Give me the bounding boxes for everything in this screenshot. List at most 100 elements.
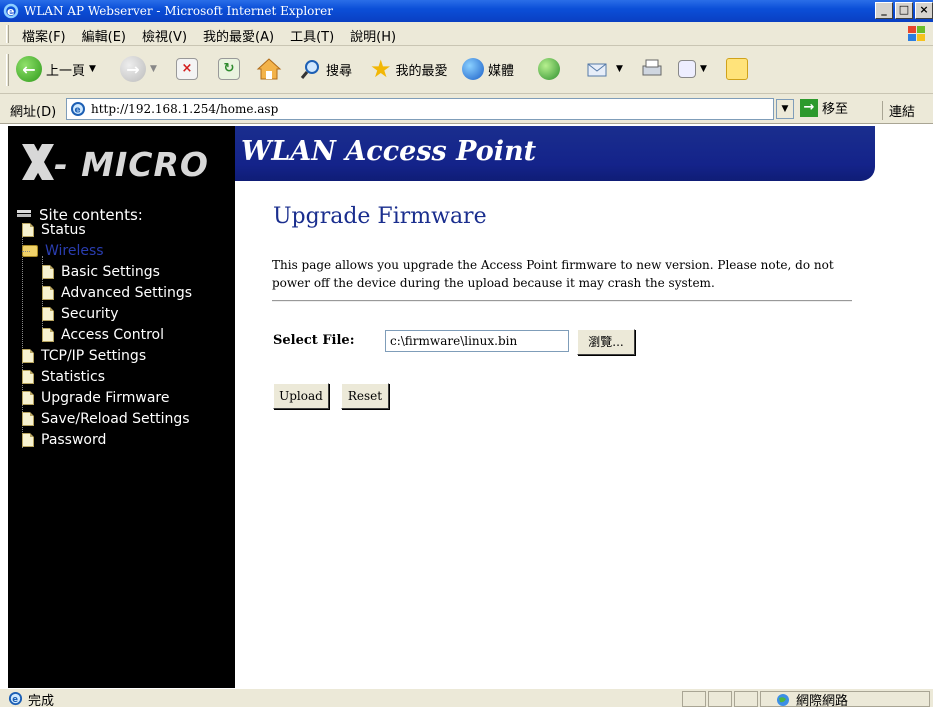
zone-label: 網際網路 [796, 694, 849, 709]
edit-button[interactable]: ▼ [678, 54, 707, 84]
address-label: 網址(D) [10, 105, 57, 120]
security-zone: 網際網路 [776, 690, 848, 709]
close-button[interactable]: × [915, 2, 933, 19]
document-icon [42, 286, 54, 300]
sidebar-item-basic-settings[interactable]: Basic Settings [42, 264, 160, 280]
sidebar-item-access-control[interactable]: Access Control [42, 327, 164, 343]
menu-file[interactable]: 檔案(F) [22, 26, 66, 45]
document-icon [42, 328, 54, 342]
toolbar-grip [6, 54, 9, 86]
status-panel [708, 691, 732, 707]
sidebar-item-label: Statistics [41, 369, 105, 385]
messenger-button[interactable] [726, 54, 748, 84]
sidebar-item-label: Status [41, 222, 86, 238]
favorites-label: 我的最愛 [395, 63, 448, 79]
svg-text:e: e [12, 694, 18, 704]
sidebar-item-label: Save/Reload Settings [41, 411, 190, 427]
globe-icon [777, 693, 789, 706]
stop-button[interactable]: × [176, 54, 198, 84]
sidebar-item-password[interactable]: Password [22, 432, 106, 448]
search-button[interactable]: 搜尋 [300, 54, 352, 84]
x-logo-icon: X [22, 144, 54, 180]
sidebar-item-label: Upgrade Firmware [41, 390, 170, 406]
toolbar: ← 上一頁 ▼ → ▼ × ↻ 搜尋 ★ 我的最愛 媒體 ▼ ▼ [0, 46, 933, 94]
page-status-icon: e [8, 691, 23, 706]
links-button[interactable]: 連結 [882, 101, 915, 120]
sidebar-item-label: Security [61, 306, 119, 322]
sidebar-item-label: TCP/IP Settings [41, 348, 147, 364]
document-icon [42, 265, 54, 279]
document-icon [22, 349, 34, 363]
select-file-label: Select File: [273, 333, 355, 348]
sidebar-item-label: Access Control [61, 327, 164, 343]
home-button[interactable] [256, 54, 282, 84]
back-label: 上一頁 [46, 63, 86, 79]
search-label: 搜尋 [326, 63, 353, 79]
sidebar-item-status[interactable]: Status [22, 222, 86, 238]
menu-tools[interactable]: 工具(T) [290, 26, 334, 45]
sidebar: Site contents: Status Wireless Basic Set… [8, 194, 235, 688]
go-arrow-icon: → [800, 98, 818, 117]
menu-help[interactable]: 說明(H) [350, 26, 396, 45]
refresh-button[interactable]: ↻ [218, 54, 240, 84]
forward-dropdown-icon[interactable]: ▼ [150, 64, 157, 74]
go-label: 移至 [822, 102, 849, 117]
sidebar-item-label: Advanced Settings [61, 285, 193, 301]
minimize-button[interactable]: _ [875, 2, 893, 19]
menu-view[interactable]: 檢視(V) [142, 26, 187, 45]
sidebar-item-advanced-settings[interactable]: Advanced Settings [42, 285, 192, 301]
forward-button[interactable]: → ▼ [120, 54, 157, 84]
back-dropdown-icon[interactable]: ▼ [89, 64, 96, 74]
media-label: 媒體 [488, 63, 515, 79]
header-band: WLAN Access Point [235, 126, 875, 181]
window-controls: _ □ × [875, 2, 933, 19]
print-button[interactable] [640, 54, 664, 84]
document-icon [22, 433, 34, 447]
sidebar-item-upgrade-firmware[interactable]: Upgrade Firmware [22, 390, 169, 406]
back-arrow-icon: ← [16, 56, 42, 82]
site-contents-icon [17, 210, 31, 217]
refresh-icon: ↻ [218, 58, 240, 80]
menu-bar: 檔案(F) 編輯(E) 檢視(V) 我的最愛(A) 工具(T) 說明(H) [0, 22, 933, 46]
address-dropdown-icon[interactable]: ▼ [776, 99, 794, 119]
media-icon [462, 58, 484, 80]
mail-button[interactable]: ▼ [586, 54, 623, 84]
favorites-button[interactable]: ★ 我的最愛 [370, 54, 448, 84]
file-path-input[interactable]: c:\firmware\linux.bin [385, 330, 569, 352]
document-icon [22, 391, 34, 405]
go-button[interactable]: → 移至 [800, 98, 848, 117]
web-page: X - MICRO WLAN Access Point Site content… [8, 126, 933, 688]
menu-grip [6, 25, 9, 43]
sidebar-item-statistics[interactable]: Statistics [22, 369, 105, 385]
sidebar-item-tcpip-settings[interactable]: TCP/IP Settings [22, 348, 146, 364]
status-panel [682, 691, 706, 707]
maximize-button[interactable]: □ [895, 2, 913, 19]
media-button[interactable]: 媒體 [462, 54, 514, 84]
document-icon [22, 370, 34, 384]
ie-logo-icon: e [3, 3, 19, 19]
edit-icon [678, 60, 696, 78]
back-button[interactable]: ← 上一頁 ▼ [16, 54, 96, 84]
reset-button[interactable]: Reset [341, 383, 389, 409]
svg-text:e: e [75, 106, 81, 116]
windows-logo-icon [908, 26, 925, 41]
browse-button[interactable]: 瀏覽... [577, 329, 635, 355]
upload-button[interactable]: Upload [273, 383, 329, 409]
status-text: 完成 [28, 694, 55, 709]
printer-icon [642, 59, 662, 76]
page-title: Upgrade Firmware [273, 204, 487, 229]
menu-edit[interactable]: 編輯(E) [82, 26, 126, 45]
menu-favorites[interactable]: 我的最愛(A) [203, 26, 274, 45]
sidebar-item-wireless[interactable]: Wireless [22, 243, 104, 259]
sidebar-item-security[interactable]: Security [42, 306, 119, 322]
address-input[interactable]: http://192.168.1.254/home.asp [66, 98, 774, 120]
mail-dropdown-icon[interactable]: ▼ [616, 64, 623, 74]
address-bar: 網址(D) http://192.168.1.254/home.asp e ▼ … [0, 94, 933, 124]
history-icon [538, 58, 560, 80]
sidebar-item-label: Basic Settings [61, 264, 160, 280]
favorites-star-icon: ★ [370, 55, 392, 83]
history-button[interactable] [538, 54, 560, 84]
edit-dropdown-icon[interactable]: ▼ [700, 64, 707, 74]
sidebar-item-save-reload-settings[interactable]: Save/Reload Settings [22, 411, 190, 427]
divider [272, 300, 852, 302]
